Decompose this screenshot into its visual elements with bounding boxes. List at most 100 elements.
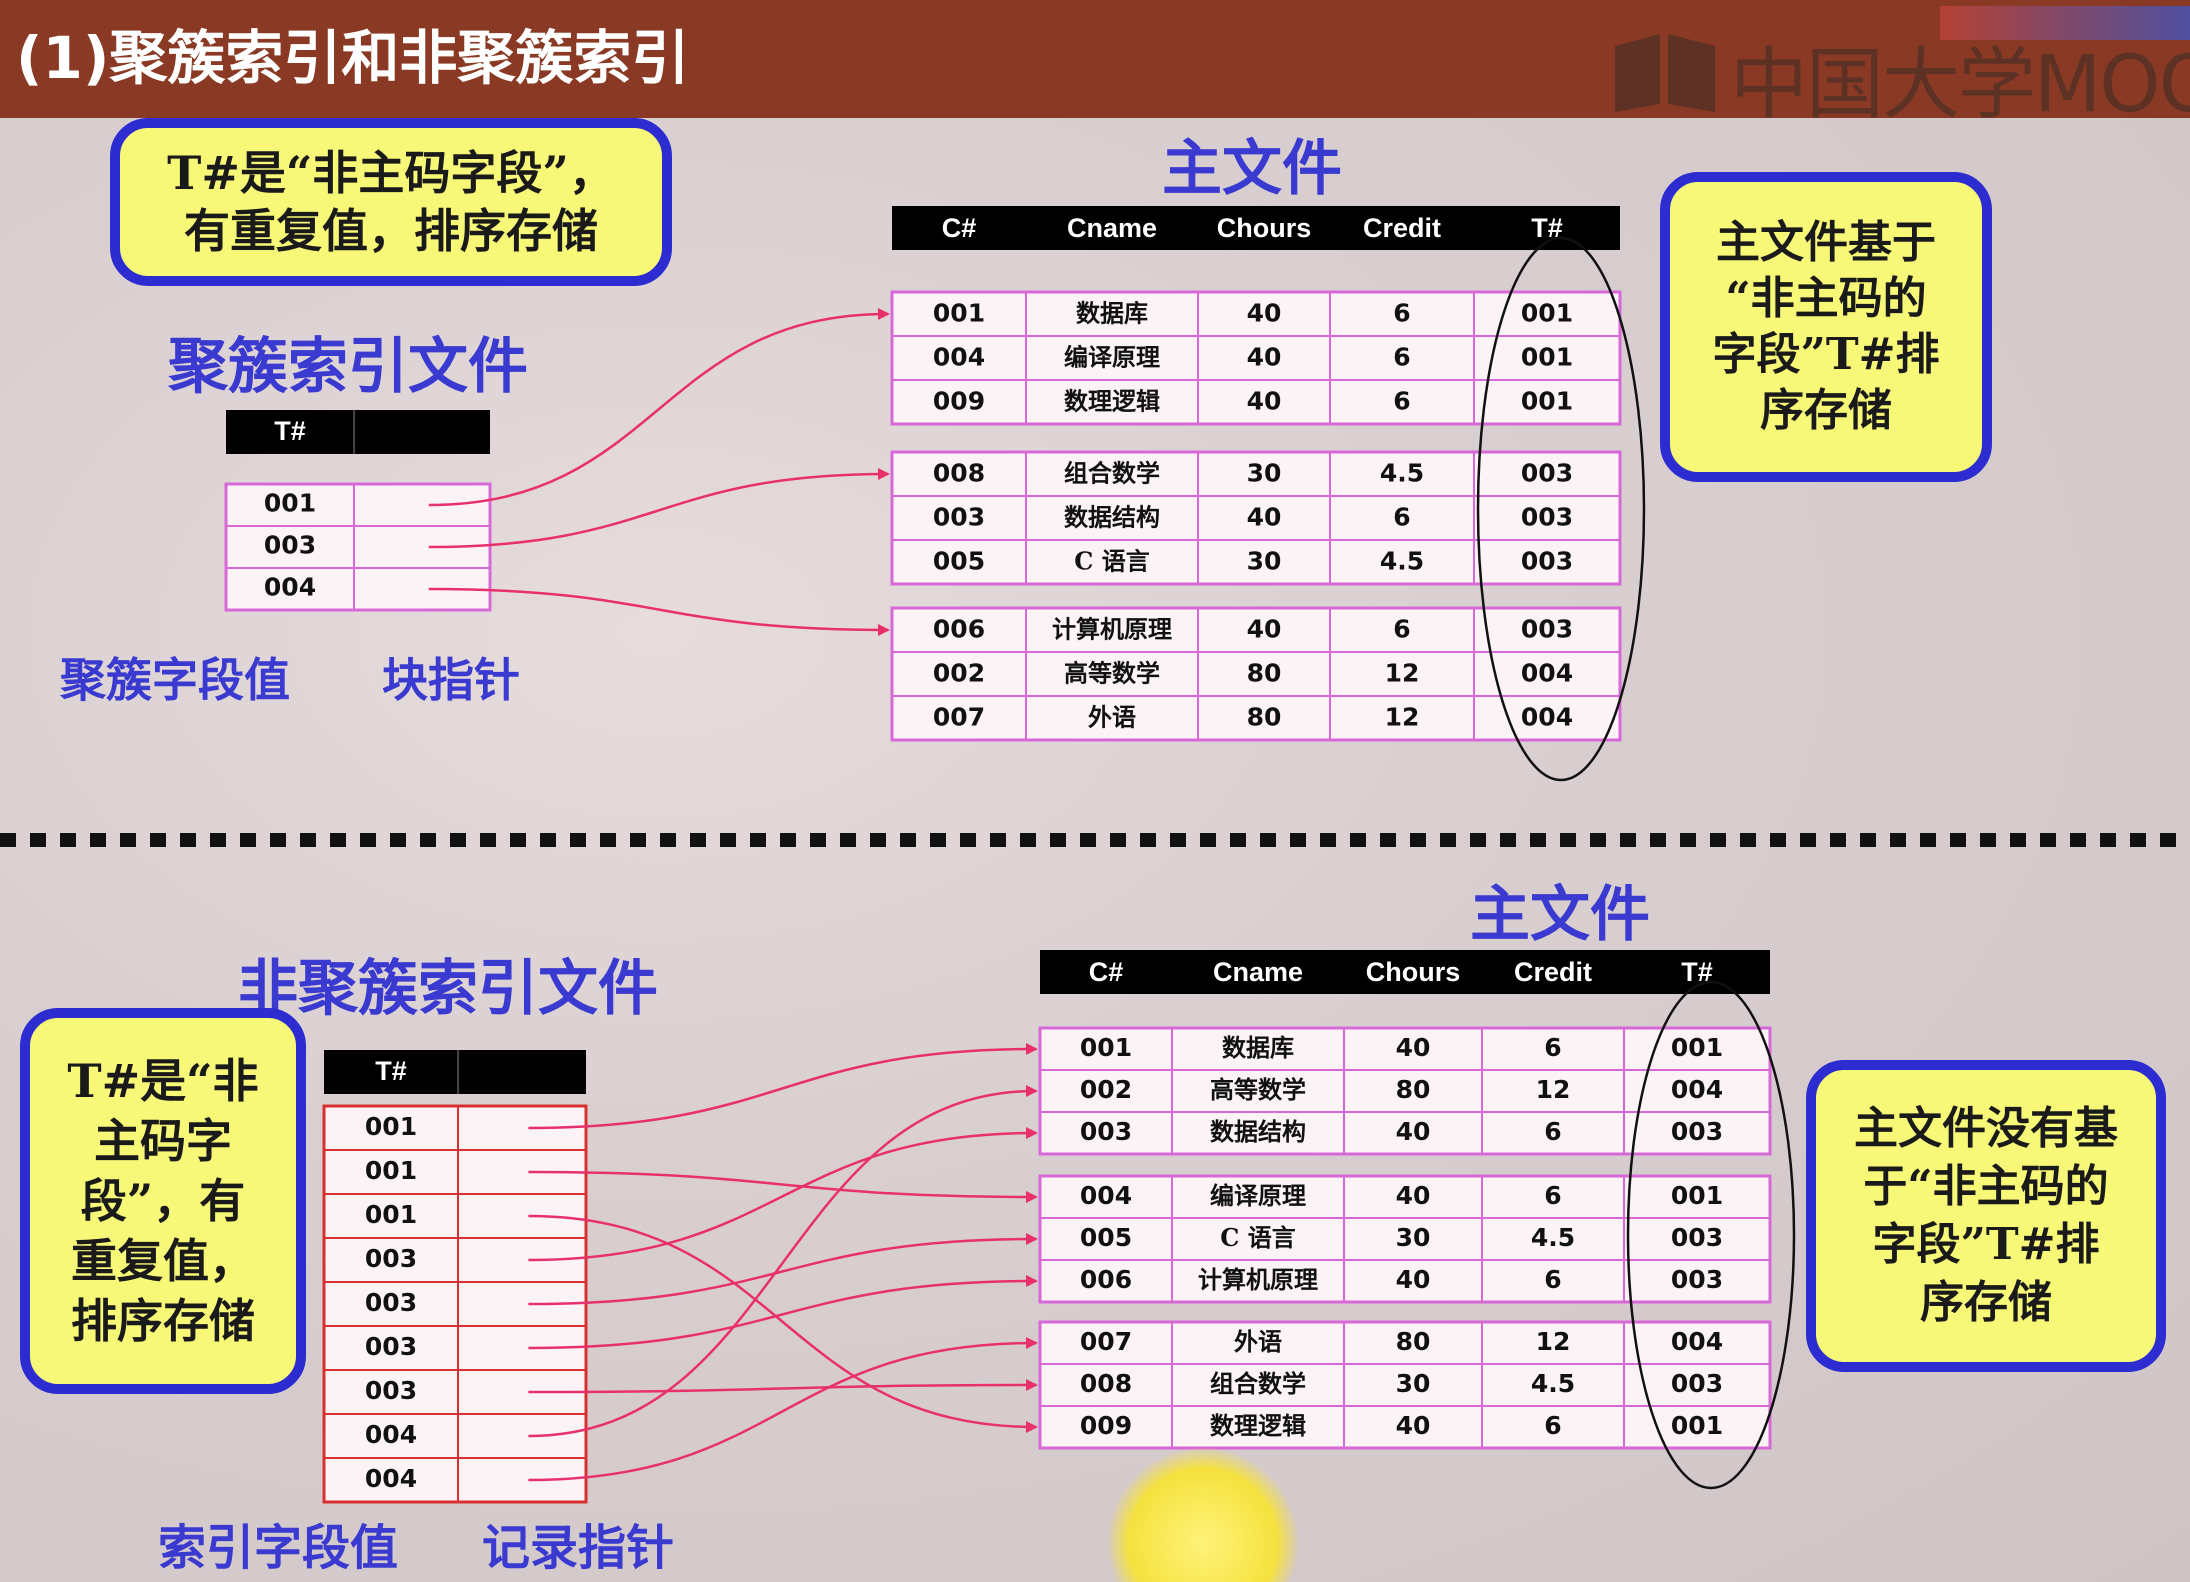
bottom-index-header-label: T#	[375, 1056, 407, 1086]
bottom-main-cell: 001	[1080, 1033, 1132, 1062]
bottom-main-cell: 外语	[1234, 1327, 1282, 1356]
bottom-main-cell: 007	[1080, 1327, 1132, 1356]
bottom-main-cell: C 语言	[1220, 1223, 1295, 1252]
top-main-cell: 6	[1393, 614, 1410, 643]
top-main-cell: 001	[1521, 342, 1573, 371]
top-main-cell: 30	[1247, 546, 1282, 575]
bottom-pointer-arrow	[528, 1170, 1038, 1203]
top-main-header-0: C#	[942, 213, 977, 243]
top-index-title: 聚簇索引文件	[168, 332, 528, 402]
bottom-index-value: 004	[365, 1464, 417, 1493]
bottom-main-cell: 003	[1671, 1369, 1723, 1398]
top-main-cell: 6	[1393, 298, 1410, 327]
bottom-index-value: 001	[365, 1112, 417, 1141]
bottom-main-cell: 12	[1536, 1075, 1571, 1104]
top-main-cell: 40	[1247, 386, 1282, 415]
bottom-main-cell: 003	[1671, 1117, 1723, 1146]
top-index-value: 001	[264, 489, 316, 518]
bottom-main-cell: 80	[1396, 1075, 1431, 1104]
top-main-cell: 40	[1247, 502, 1282, 531]
bottom-main-cell: 数据结构	[1210, 1117, 1306, 1146]
nonclustered-section: T# 001 001 001 003 003 003 003 004 004 C# Cname Chou…	[322, 950, 1796, 1504]
top-main-cell: C 语言	[1074, 546, 1149, 575]
bottom-pointer-arrow	[528, 1337, 1038, 1482]
top-main-cell: 006	[933, 614, 985, 643]
top-main-cell: 数理逻辑	[1064, 386, 1160, 415]
top-index-value: 004	[264, 573, 316, 602]
top-pointer-label: 块指针	[382, 653, 520, 707]
bottom-main-cell: 4.5	[1531, 1369, 1575, 1398]
bottom-main-cell: 003	[1671, 1223, 1723, 1252]
top-main-cell: 6	[1393, 502, 1410, 531]
bottom-main-header-2: Chours	[1366, 957, 1461, 987]
bottom-main-cell: 计算机原理	[1198, 1265, 1318, 1294]
bottom-pointer-arrow	[528, 1275, 1038, 1350]
bottom-main-cell: 40	[1396, 1411, 1431, 1440]
top-main-cell: 008	[933, 458, 985, 487]
top-main-cell: 4.5	[1380, 546, 1424, 575]
top-main-cell: 外语	[1088, 702, 1136, 731]
top-index-value: 003	[264, 531, 316, 560]
top-main-cell: 6	[1393, 342, 1410, 371]
bottom-main-cell: 高等数学	[1210, 1075, 1306, 1104]
bottom-main-cell: 004	[1080, 1181, 1132, 1210]
top-main-cell: 002	[933, 658, 985, 687]
top-main-cell: 003	[1521, 502, 1573, 531]
bottom-main-header-3: Credit	[1514, 957, 1592, 987]
bottom-main-header-1: Cname	[1213, 957, 1303, 987]
top-index-header-label: T#	[274, 416, 306, 446]
bottom-main-cell: 30	[1396, 1223, 1431, 1252]
top-main-cell: 004	[1521, 658, 1573, 687]
bottom-main-cell: 005	[1080, 1223, 1132, 1252]
bottom-main-cell: 80	[1396, 1327, 1431, 1356]
top-main-cell: 40	[1247, 614, 1282, 643]
bottom-pointer-arrow	[528, 1233, 1038, 1306]
top-main-cell: 001	[1521, 386, 1573, 415]
top-main-cell: 003	[1521, 458, 1573, 487]
top-side-text: 主文件基于 “非主码的 字段”T#排 序存储	[1712, 217, 1940, 436]
top-main-cell: 009	[933, 386, 985, 415]
bottom-main-cell: 6	[1544, 1033, 1561, 1062]
top-main-cell: 组合数学	[1064, 458, 1160, 487]
bottom-index-header-bar	[324, 1050, 586, 1094]
bottom-main-cell: 数据库	[1222, 1033, 1294, 1062]
top-main-title: 主文件	[1162, 134, 1342, 204]
top-main-cell: 40	[1247, 298, 1282, 327]
bottom-side-callout: 主文件没有基 于“非主码的 字段”T#排 序存储	[1806, 1060, 2166, 1372]
bottom-main-cell: 40	[1396, 1117, 1431, 1146]
bottom-main-cell: 6	[1544, 1117, 1561, 1146]
bottom-index-value: 003	[365, 1288, 417, 1317]
bottom-index-value: 004	[365, 1420, 417, 1449]
bottom-main-header-0: C#	[1089, 957, 1124, 987]
top-main-cell: 007	[933, 702, 985, 731]
bottom-pointer-arrow	[528, 1214, 1038, 1433]
bottom-pointer-arrow	[528, 1043, 1038, 1130]
bottom-main-cell: 30	[1396, 1369, 1431, 1398]
bottom-note-text: T#是“非 主码字 段”，有 重复值， 排序存储	[67, 1054, 259, 1348]
top-main-cell: 005	[933, 546, 985, 575]
bottom-main-cell: 数理逻辑	[1210, 1411, 1306, 1440]
bottom-index-value: 001	[365, 1156, 417, 1185]
bottom-main-cell: 4.5	[1531, 1223, 1575, 1252]
top-main-cell: 计算机原理	[1052, 614, 1172, 643]
bottom-main-cell: 40	[1396, 1265, 1431, 1294]
bottom-main-cell: 40	[1396, 1181, 1431, 1210]
bottom-main-cell: 008	[1080, 1369, 1132, 1398]
top-main-header-3: Credit	[1363, 213, 1441, 243]
top-main-cell: 003	[1521, 546, 1573, 575]
bottom-note-callout: T#是“非 主码字 段”，有 重复值， 排序存储	[20, 1008, 306, 1394]
top-main-cell: 6	[1393, 386, 1410, 415]
top-main-cell: 001	[1521, 298, 1573, 327]
bottom-index-title: 非聚簇索引文件	[238, 954, 658, 1024]
top-main-cell: 004	[933, 342, 985, 371]
top-main-cell: 80	[1247, 702, 1282, 731]
top-main-cell: 30	[1247, 458, 1282, 487]
top-main-cell: 数据结构	[1064, 502, 1160, 531]
bottom-main-cell: 009	[1080, 1411, 1132, 1440]
bottom-main-cell: 6	[1544, 1265, 1561, 1294]
top-main-header-2: Chours	[1217, 213, 1312, 243]
bottom-index-value: 003	[365, 1244, 417, 1273]
bottom-main-cell: 004	[1671, 1327, 1723, 1356]
top-main-cell: 数据库	[1076, 298, 1148, 327]
top-note-text: T#是“非主码字段”， 有重复值，排序存储	[167, 146, 615, 258]
